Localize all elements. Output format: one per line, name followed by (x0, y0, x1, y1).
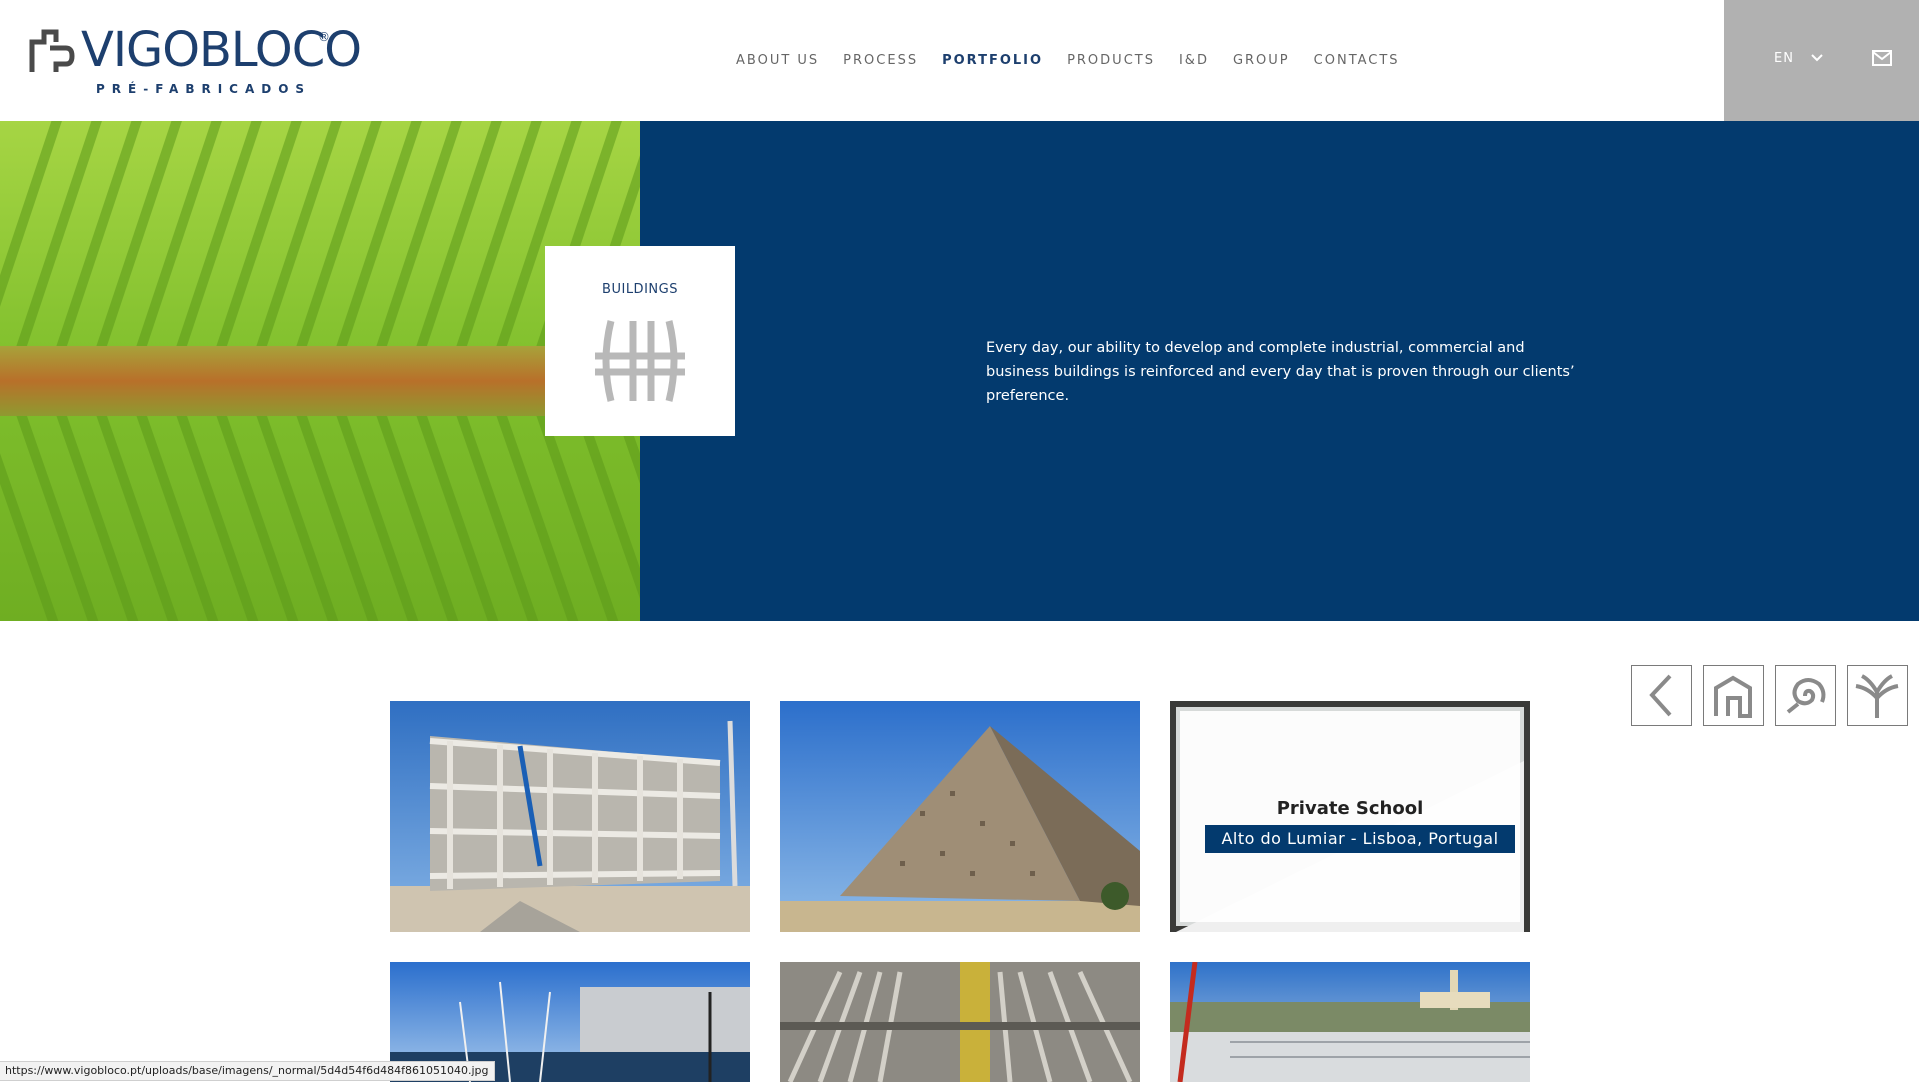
project-location: Alto do Lumiar - Lisboa, Portugal (1205, 825, 1515, 853)
main-nav: ABOUT US PROCESS PORTFOLIO PRODUCTS I&D … (736, 52, 1424, 72)
category-infrastructure-button[interactable] (1775, 665, 1836, 726)
project-tile-featured[interactable]: Private School Alto do Lumiar - Lisboa, … (1170, 701, 1530, 932)
spiral-icon (1786, 678, 1826, 714)
chevron-down-icon (1811, 54, 1823, 62)
chevron-left-icon (1649, 674, 1672, 717)
previous-category-button[interactable] (1631, 665, 1692, 726)
language-code: EN (1774, 51, 1794, 66)
logo-mark-icon (29, 29, 75, 72)
utility-bar: EN (1724, 0, 1919, 121)
project-hover-card: Private School Alto do Lumiar - Lisboa, … (1180, 711, 1520, 922)
site-logo[interactable]: VIGOBLOCO ® PRÉ-FABRICADOS (26, 22, 362, 96)
leaf-image (0, 121, 640, 621)
logo-tagline: PRÉ-FABRICADOS (96, 82, 312, 96)
project-image (390, 701, 750, 932)
project-tile[interactable] (780, 962, 1140, 1082)
nav-products[interactable]: PRODUCTS (1067, 52, 1155, 72)
nav-about-us[interactable]: ABOUT US (736, 52, 819, 72)
nav-i-and-d[interactable]: I&D (1179, 52, 1209, 72)
site-header: VIGOBLOCO ® PRÉ-FABRICADOS ABOUT US PROC… (0, 0, 1919, 121)
project-title: Private School (1276, 798, 1424, 819)
project-tile[interactable] (780, 701, 1140, 932)
project-image (1170, 962, 1530, 1082)
category-label: BUILDINGS (602, 282, 678, 297)
category-card: BUILDINGS (545, 246, 735, 436)
category-houses-button[interactable] (1703, 665, 1764, 726)
category-navigation (1623, 651, 1919, 742)
project-tile[interactable] (1170, 962, 1530, 1082)
project-tile[interactable] (390, 701, 750, 932)
tree-icon (1855, 674, 1899, 718)
project-image (780, 962, 1140, 1082)
buildings-icon (595, 320, 685, 402)
nav-process[interactable]: PROCESS (843, 52, 918, 72)
house-icon (1714, 675, 1752, 718)
browser-status-url: https://www.vigobloco.pt/uploads/base/im… (0, 1061, 496, 1081)
nav-portfolio[interactable]: PORTFOLIO (942, 52, 1043, 72)
nav-group[interactable]: GROUP (1233, 52, 1290, 72)
hero-description: Every day, our ability to develop and co… (986, 340, 1575, 404)
envelope-icon[interactable] (1872, 50, 1892, 66)
nav-contacts[interactable]: CONTACTS (1314, 52, 1400, 72)
project-image (780, 701, 1140, 932)
category-landscape-button[interactable] (1847, 665, 1908, 726)
portfolio-hero: BUILDINGS Every day, our ability to deve… (0, 121, 1919, 742)
language-selector[interactable]: EN (1774, 51, 1823, 66)
logo-registered-mark: ® (318, 30, 330, 44)
